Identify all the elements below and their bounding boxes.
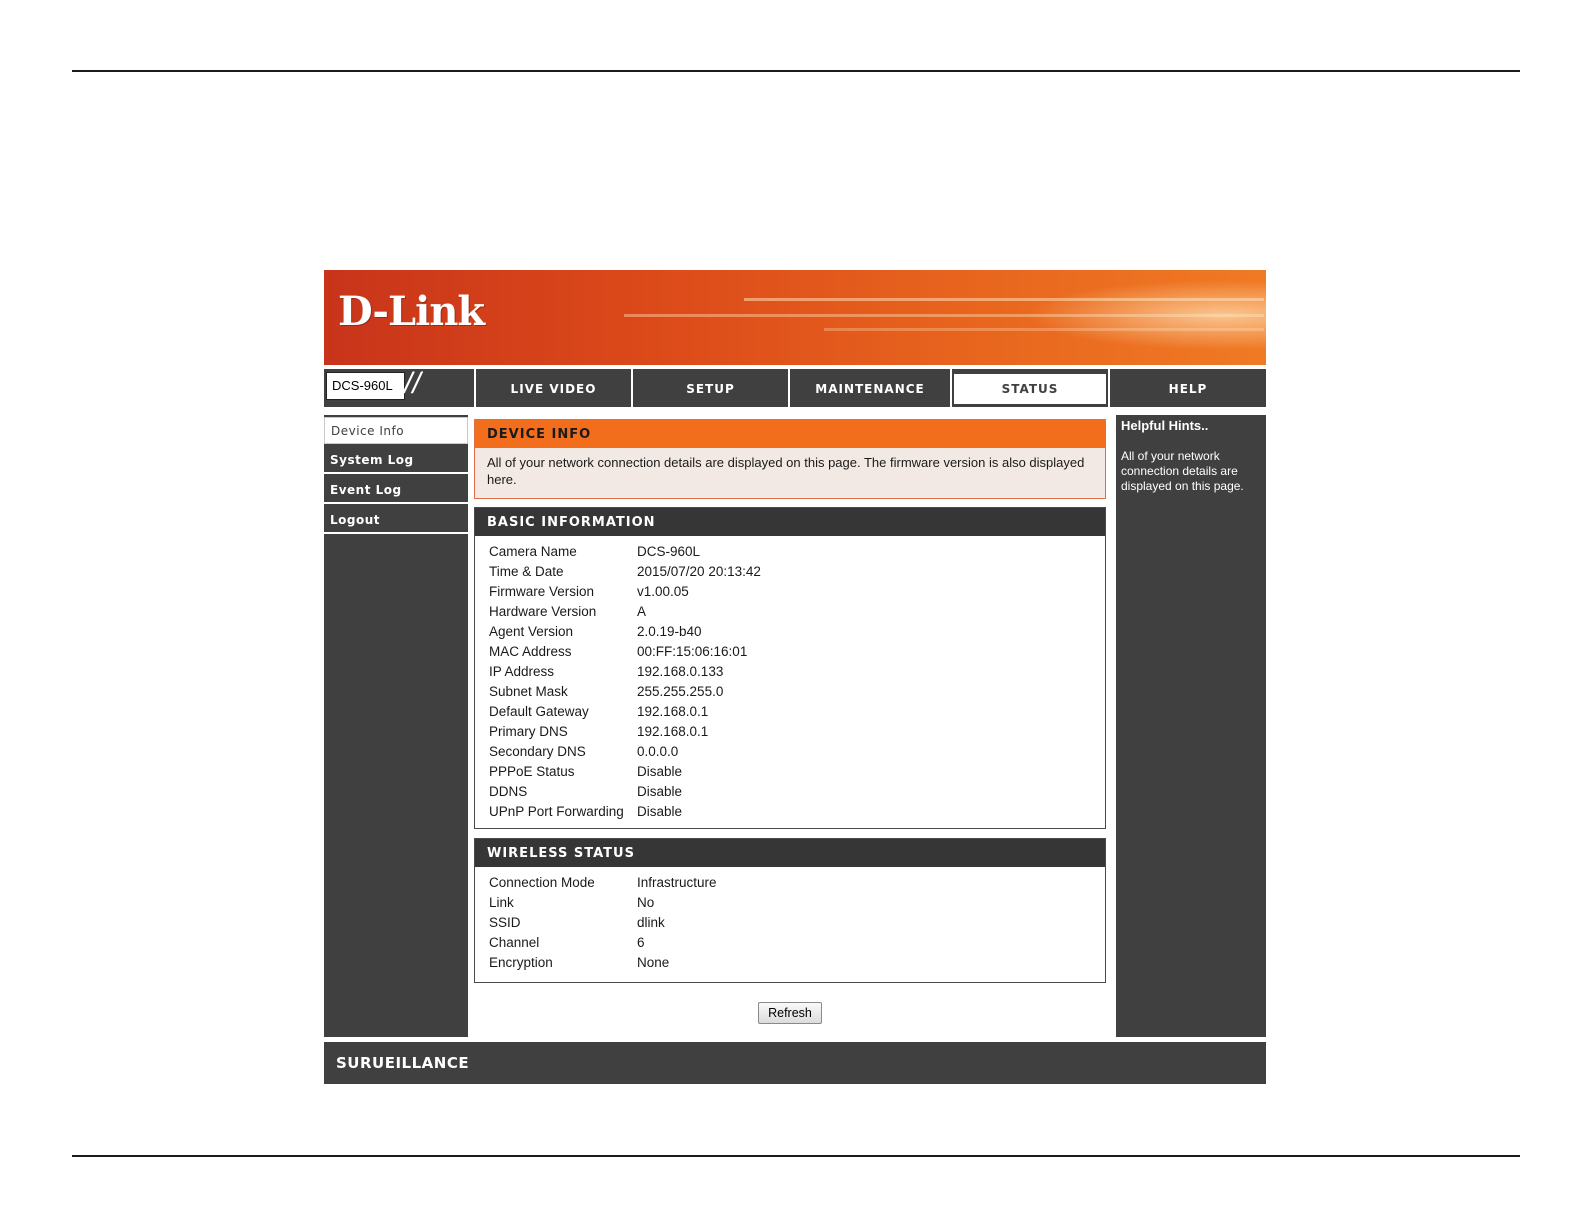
bottom-rule [72, 1155, 1520, 1157]
tab-label: SETUP [686, 382, 735, 396]
sidebar-item-event-log[interactable]: Event Log [324, 477, 468, 504]
device-info-panel: DEVICE INFO All of your network connecti… [474, 419, 1106, 499]
top-rule [72, 70, 1520, 72]
tab-maintenance[interactable]: MAINTENANCE [788, 369, 950, 407]
help-panel: Helpful Hints.. All of your network conn… [1116, 415, 1266, 1037]
device-info-description: All of your network connection details a… [487, 455, 1085, 487]
wireless-label: Encryption [489, 955, 553, 970]
help-title: Helpful Hints.. [1121, 418, 1209, 433]
tab-label: LIVE VIDEO [510, 382, 597, 396]
sidebar-item-logout[interactable]: Logout [324, 507, 468, 534]
tab-live-video[interactable]: LIVE VIDEO [474, 369, 631, 407]
info-label: PPPoE Status [489, 764, 575, 779]
slash-decoration: // [404, 367, 421, 400]
help-text: All of your network connection details a… [1121, 449, 1244, 493]
info-value: 00:FF:15:06:16:01 [637, 644, 748, 659]
info-value: 2015/07/20 20:13:42 [637, 564, 761, 579]
info-value: 2.0.19-b40 [637, 624, 702, 639]
info-label: Agent Version [489, 624, 574, 639]
banner-glow [1026, 280, 1266, 350]
info-label: Time & Date [489, 564, 564, 579]
info-label: DDNS [489, 784, 528, 799]
device-info-title: DEVICE INFO [475, 420, 1105, 448]
wireless-label: SSID [489, 915, 521, 930]
info-value: 192.168.0.133 [637, 664, 724, 679]
info-label: Firmware Version [489, 584, 595, 599]
info-label: UPnP Port Forwarding [489, 804, 624, 819]
wireless-label: Connection Mode [489, 875, 595, 890]
tab-setup[interactable]: SETUP [631, 369, 788, 407]
info-label: Camera Name [489, 544, 577, 559]
basic-information-title: BASIC INFORMATION [475, 508, 1105, 536]
info-label: Primary DNS [489, 724, 568, 739]
main-content: DEVICE INFO All of your network connecti… [474, 415, 1108, 1037]
info-value: Disable [637, 804, 683, 819]
tab-help[interactable]: HELP [1108, 369, 1266, 407]
info-value: 0.0.0.0 [637, 744, 679, 759]
dlink-logo: D-Link [338, 288, 485, 335]
info-label: IP Address [489, 664, 555, 679]
sidebar-item-system-log[interactable]: System Log [324, 447, 468, 474]
surveillance-logo: SURUEILLANCE [336, 1054, 470, 1072]
basic-information-panel: BASIC INFORMATION Camera Name DCS-960L T… [474, 507, 1106, 829]
sidebar: Device Info System Log Event Log Logout [324, 415, 468, 1037]
tab-status[interactable]: STATUS [950, 369, 1108, 407]
info-label: Default Gateway [489, 704, 589, 719]
info-value: Disable [637, 784, 683, 799]
tab-label: HELP [1168, 382, 1208, 396]
info-value: 192.168.0.1 [637, 704, 709, 719]
wireless-value: No [637, 895, 655, 910]
wireless-value: Infrastructure [637, 875, 717, 890]
refresh-button[interactable]: Refresh [758, 1002, 822, 1024]
header-banner: D-Link [324, 270, 1266, 365]
info-value: DCS-960L [637, 544, 701, 559]
sidebar-item-device-info[interactable]: Device Info [324, 417, 468, 444]
tab-label: MAINTENANCE [815, 382, 925, 396]
tab-label: STATUS [954, 374, 1106, 404]
info-value: v1.00.05 [637, 584, 689, 599]
info-value: 192.168.0.1 [637, 724, 709, 739]
model-name: DCS-960L [326, 372, 405, 400]
info-value: 255.255.255.0 [637, 684, 724, 699]
info-label: Subnet Mask [489, 684, 568, 699]
info-value: Disable [637, 764, 683, 779]
info-value: A [637, 604, 647, 619]
camera-web-ui: D-Link DCS-960L // LIVE VIDEO SETUP MAIN… [324, 270, 1266, 1084]
wireless-status-panel: WIRELESS STATUS Connection Mode Infrastr… [474, 838, 1106, 983]
wireless-label: Channel [489, 935, 540, 950]
info-label: Hardware Version [489, 604, 597, 619]
info-label: MAC Address [489, 644, 572, 659]
wireless-label: Link [489, 895, 514, 910]
wireless-value: dlink [637, 915, 665, 930]
wireless-value: 6 [637, 935, 645, 950]
info-label: Secondary DNS [489, 744, 586, 759]
top-navigation: DCS-960L // LIVE VIDEO SETUP MAINTENANCE… [324, 367, 1266, 407]
footer-bar: SURUEILLANCE [324, 1042, 1266, 1084]
wireless-status-title: WIRELESS STATUS [475, 839, 1105, 867]
model-badge: DCS-960L // [324, 367, 474, 407]
wireless-value: None [637, 955, 670, 970]
